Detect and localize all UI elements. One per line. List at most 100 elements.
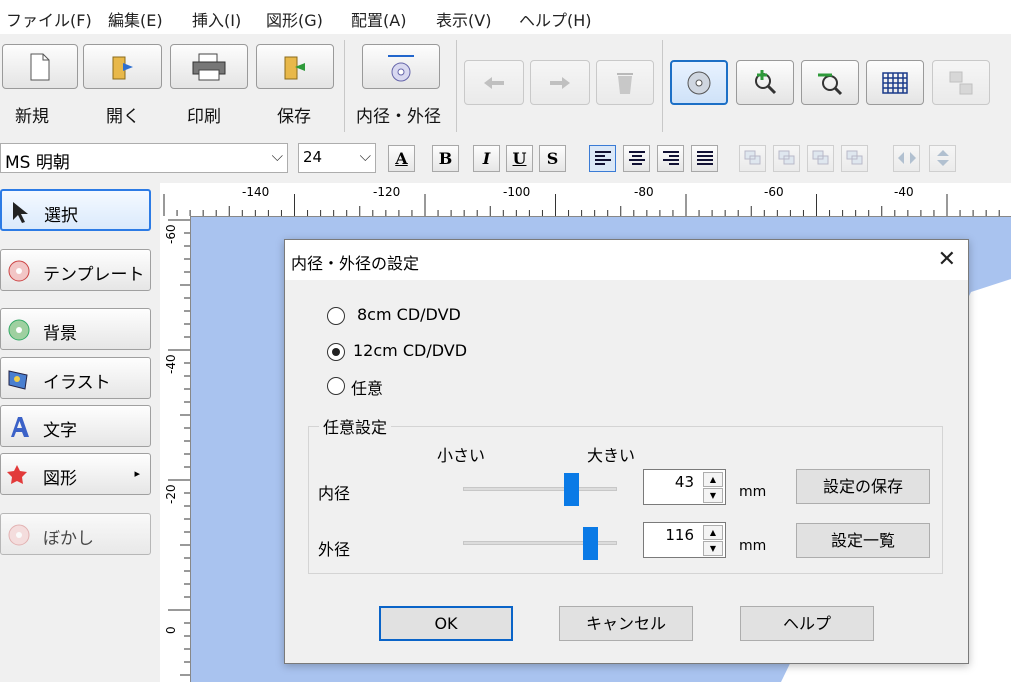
menu-bar: ファイル(F) 編集(E) 挿入(I) 図形(G) 配置(A) 表示(V) ヘル… xyxy=(0,0,1011,34)
align-left-icon xyxy=(594,151,611,165)
tool-blur-label: ぼかし xyxy=(43,529,94,549)
radio-custom[interactable] xyxy=(327,377,345,395)
help-button[interactable]: ヘルプ xyxy=(740,606,874,641)
inner-slider-track[interactable] xyxy=(463,487,617,491)
outer-slider-thumb[interactable] xyxy=(582,527,598,560)
save-folder-icon xyxy=(284,56,305,79)
radio-12cm[interactable] xyxy=(327,343,345,361)
dialog-title: 内径・外径の設定 xyxy=(291,254,420,273)
layout-button[interactable] xyxy=(932,60,990,105)
menu-insert[interactable]: 挿入(I) xyxy=(192,7,241,31)
align-left-button[interactable] xyxy=(589,145,616,172)
new-button[interactable] xyxy=(2,44,78,89)
tool-text[interactable]: 文字 xyxy=(0,405,151,447)
open-button[interactable] xyxy=(83,44,162,89)
toolbar-separator xyxy=(662,40,663,132)
save-settings-button[interactable]: 設定の保存 xyxy=(796,469,930,504)
menu-shape[interactable]: 図形(G) xyxy=(266,7,323,31)
tool-select[interactable]: 選択 xyxy=(0,189,151,231)
undo-arrow-icon xyxy=(484,76,504,89)
radio-12cm-label: 12cm CD/DVD xyxy=(353,341,468,360)
bold-button[interactable]: B xyxy=(432,145,459,172)
tool-background-label: 背景 xyxy=(43,324,77,344)
delete-button[interactable] xyxy=(596,60,654,105)
flip-horizontal-button[interactable] xyxy=(893,145,920,172)
dialog-titlebar: 内径・外径の設定 ✕ xyxy=(285,240,968,280)
diameter-button[interactable] xyxy=(362,44,440,89)
close-icon[interactable]: ✕ xyxy=(938,247,956,272)
inner-slider-thumb[interactable] xyxy=(564,473,580,506)
justify-button[interactable] xyxy=(691,145,718,172)
layout-swap-icon xyxy=(949,71,973,94)
italic-button[interactable]: I xyxy=(473,145,500,172)
redo-button[interactable] xyxy=(530,60,590,105)
save-button[interactable] xyxy=(256,44,334,89)
align-center-icon xyxy=(628,151,645,165)
settings-list-button[interactable]: 設定一覧 xyxy=(796,523,930,558)
spin-up-icon[interactable]: ▲ xyxy=(703,525,723,540)
tool-template[interactable]: テンプレート xyxy=(0,249,151,291)
inner-unit: mm xyxy=(739,484,767,500)
ruler-label: -80 xyxy=(634,185,654,199)
print-button[interactable] xyxy=(170,44,248,89)
undo-button[interactable] xyxy=(464,60,524,105)
menu-help[interactable]: ヘルプ(H) xyxy=(519,7,592,31)
diameter-label: 内径・外径 xyxy=(356,107,441,127)
font-select[interactable]: MS 明朝 ⌵ xyxy=(0,143,288,173)
spin-down-icon[interactable]: ▼ xyxy=(703,488,723,503)
inner-value-stepper[interactable]: 43 ▲ ▼ xyxy=(643,469,726,505)
open-label: 開く xyxy=(106,107,140,127)
align-right-button[interactable] xyxy=(657,145,684,172)
trash-icon xyxy=(617,72,633,94)
printer-icon xyxy=(192,53,226,80)
radio-custom-label: 任意 xyxy=(351,379,384,398)
cd-view-button[interactable] xyxy=(670,60,728,105)
align-center-button[interactable] xyxy=(623,145,650,172)
send-backward-icon xyxy=(812,150,828,165)
ok-button[interactable]: OK xyxy=(379,606,513,641)
ruler-ticks xyxy=(163,194,1000,216)
ruler-label: -40 xyxy=(894,185,914,199)
ruler-label: -120 xyxy=(373,185,401,199)
large-label: 大きい xyxy=(587,446,636,465)
tool-template-label: テンプレート xyxy=(43,265,145,285)
spin-down-icon[interactable]: ▼ xyxy=(703,541,723,556)
arrange-forward-button[interactable] xyxy=(773,145,800,172)
outer-value-stepper[interactable]: 116 ▲ ▼ xyxy=(643,522,726,558)
menu-view[interactable]: 表示(V) xyxy=(436,7,491,31)
arrange-backward-button[interactable] xyxy=(807,145,834,172)
menu-edit[interactable]: 編集(E) xyxy=(108,7,163,31)
shadow-button[interactable]: S xyxy=(539,145,566,172)
ruler-label: -60 xyxy=(764,185,784,199)
tool-illust[interactable]: イラスト xyxy=(0,357,151,399)
font-color-button[interactable]: A xyxy=(388,145,415,172)
spin-up-icon[interactable]: ▲ xyxy=(703,472,723,487)
radio-8cm[interactable] xyxy=(327,307,345,325)
flip-vertical-icon xyxy=(936,150,949,166)
underline-button[interactable]: U xyxy=(506,145,533,172)
menu-file[interactable]: ファイル(F) xyxy=(6,7,92,31)
grid-button[interactable] xyxy=(866,60,924,105)
arrange-front-button[interactable] xyxy=(739,145,766,172)
font-size-select[interactable]: 24 ⌵ xyxy=(298,143,376,173)
tool-shape[interactable]: 図形 ▸ xyxy=(0,453,151,495)
blur-disc-icon xyxy=(8,524,30,546)
flip-vertical-button[interactable] xyxy=(929,145,956,172)
tool-illust-label: イラスト xyxy=(43,373,111,393)
tool-shape-label: 図形 xyxy=(43,469,77,489)
toolbar-separator xyxy=(344,40,345,132)
zoom-in-button[interactable] xyxy=(736,60,794,105)
menu-arrange[interactable]: 配置(A) xyxy=(351,7,406,31)
cancel-button[interactable]: キャンセル xyxy=(559,606,693,641)
outer-diameter-label: 外径 xyxy=(318,540,351,559)
ruler-label: 0 xyxy=(164,626,178,634)
group-title: 任意設定 xyxy=(319,414,392,438)
open-folder-icon xyxy=(112,56,133,79)
arrange-back-button[interactable] xyxy=(841,145,868,172)
tool-background[interactable]: 背景 xyxy=(0,308,151,350)
zoom-out-icon xyxy=(818,73,843,95)
arrow-cursor-icon xyxy=(13,202,28,223)
tool-blur[interactable]: ぼかし xyxy=(0,513,151,555)
zoom-out-button[interactable] xyxy=(801,60,859,105)
toolbar-separator xyxy=(456,40,457,132)
